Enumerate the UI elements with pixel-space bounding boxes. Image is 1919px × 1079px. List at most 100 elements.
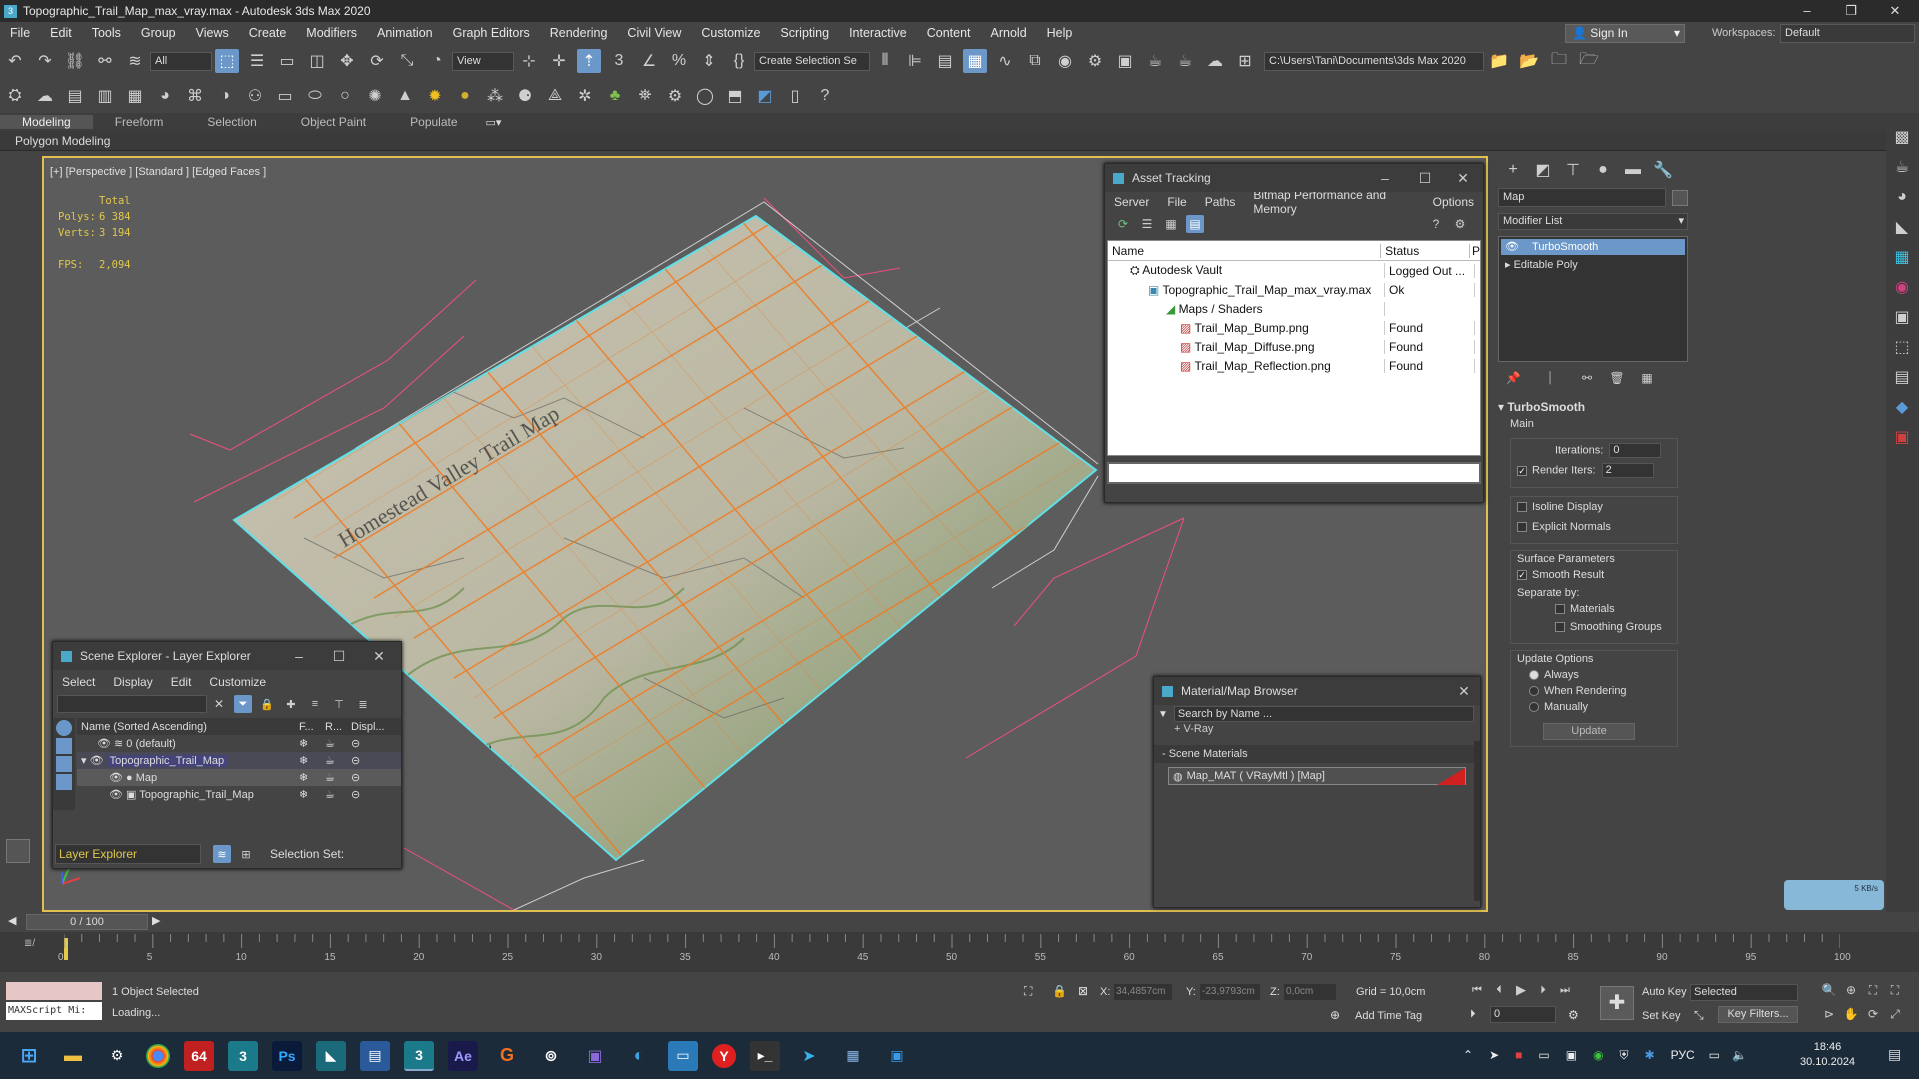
explorer-mode-select[interactable]: Layer Explorer [55, 844, 201, 864]
clock[interactable]: 18:46 30.10.2024 [1800, 1040, 1855, 1070]
toggle-ribbon-icon[interactable]: ▦ [963, 49, 987, 73]
zoom-extents-icon[interactable]: ⛶ [1865, 982, 1881, 998]
maximize-button[interactable]: ☐ [1405, 164, 1445, 192]
menu-rendering[interactable]: Rendering [540, 22, 618, 44]
smoothing-groups-checkbox[interactable] [1555, 622, 1565, 633]
asset-row[interactable]: ▨ Trail_Map_Diffuse.png Found [1108, 337, 1480, 356]
table-view-icon[interactable]: ▤ [1186, 215, 1204, 233]
object-color-swatch[interactable] [1672, 189, 1688, 206]
viewport-layout-icon[interactable] [6, 839, 30, 863]
yandex-icon[interactable]: Y [712, 1043, 736, 1068]
vray-obj-props-icon[interactable]: ⛯ [633, 84, 657, 108]
menu-tools[interactable]: Tools [82, 22, 131, 44]
key-filters-button[interactable]: Key Filters... [1718, 1006, 1798, 1023]
language-indicator[interactable]: РУС [1671, 1048, 1695, 1062]
create-tab-icon[interactable]: + [1501, 158, 1525, 182]
time-tag-icon[interactable]: ⊕ [1330, 1008, 1340, 1022]
window-crossing-icon[interactable]: ◫ [305, 49, 329, 73]
vray-toolbar-icon[interactable]: ☕ [1890, 155, 1914, 179]
time-slider-thumb[interactable]: 0 / 100 [26, 914, 148, 930]
rect-selection-icon[interactable]: ▭ [275, 49, 299, 73]
display-tab-icon[interactable]: ▬ [1621, 158, 1645, 182]
vray-cone-icon[interactable]: ▲ [393, 84, 417, 108]
angle-snap-icon[interactable]: ∠ [637, 49, 661, 73]
hierarchy-tab-icon[interactable]: ⊤ [1561, 158, 1585, 182]
material-editor-icon[interactable]: ◉ [1053, 49, 1077, 73]
vray-decal-icon[interactable]: ⟁ [543, 84, 567, 108]
display-icon[interactable]: ⊝ [351, 771, 360, 784]
set-key-big-button[interactable]: ✚ [1600, 986, 1634, 1020]
show-end-result-icon[interactable]: ⏐ [1538, 366, 1562, 390]
asset-menu-options[interactable]: Options [1424, 195, 1483, 209]
pan-icon[interactable]: ✋ [1843, 1006, 1859, 1022]
chevron-down-icon[interactable]: ▼ [1158, 709, 1168, 720]
lock-selection-icon[interactable]: 🔒 [1052, 984, 1067, 998]
app-window-icon[interactable]: ▣ [882, 1041, 912, 1071]
scrollbar[interactable] [1474, 741, 1480, 901]
group-vray[interactable]: + V-Ray [1154, 723, 1480, 739]
update-button[interactable]: Update [1543, 723, 1635, 740]
vray-light-icon[interactable]: ⛭ [3, 84, 27, 108]
3dsmax-active-icon[interactable]: 3 [404, 1040, 434, 1071]
se-menu-display[interactable]: Display [104, 675, 161, 689]
se-menu-customize[interactable]: Customize [200, 675, 275, 689]
help-icon[interactable]: ? [1427, 215, 1445, 233]
maximize-viewport-icon[interactable]: ⤢ [1887, 1006, 1903, 1022]
schematic-view-icon[interactable]: ⧉ [1023, 49, 1047, 73]
curve-editor-icon[interactable]: ∿ [993, 49, 1017, 73]
render-cloud-icon[interactable]: ☁ [1203, 49, 1227, 73]
named-selection-select[interactable]: Create Selection Se [754, 51, 870, 71]
undo-icon[interactable]: ↶ [3, 49, 27, 73]
select-by-name-icon[interactable]: ☰ [245, 49, 269, 73]
vray-mtl-icon[interactable]: ◕ [153, 84, 177, 108]
go-to-start-icon[interactable]: ⏮ [1469, 982, 1485, 998]
when-rendering-radio[interactable] [1529, 686, 1539, 697]
render-iters-checkbox[interactable]: ✓ [1517, 465, 1527, 476]
vray-proxy-icon[interactable]: ⌘ [183, 84, 207, 108]
move-icon[interactable]: ✥ [335, 49, 359, 73]
save-app-icon[interactable]: ▣ [580, 1041, 610, 1071]
go-to-end-icon[interactable]: ⏭ [1557, 982, 1573, 998]
file-explorer-icon[interactable]: ▬ [58, 1041, 88, 1071]
rollout-title[interactable]: ▾ TurboSmooth [1498, 400, 1678, 418]
tray-chevron-up-icon[interactable]: ⌃ [1463, 1048, 1473, 1062]
col-name[interactable]: Name (Sorted Ascending) [77, 721, 299, 733]
tray-shield-icon[interactable]: ⛨ [1620, 1048, 1629, 1063]
motion-tab-icon[interactable]: ● [1591, 158, 1615, 182]
redo-icon[interactable]: ↷ [33, 49, 57, 73]
vray-scatter-icon[interactable]: ⚈ [513, 84, 537, 108]
next-frame-icon[interactable]: ▶ [152, 914, 160, 927]
maxscript-input[interactable]: MAXScript Mi: [6, 1002, 102, 1020]
select-manipulate-icon[interactable]: ✛ [547, 49, 571, 73]
vray-render-icon[interactable]: ◑ [213, 84, 237, 108]
always-radio[interactable] [1529, 670, 1539, 681]
add-layer-icon[interactable]: ✚ [282, 695, 300, 713]
workspace-select[interactable]: Default [1780, 24, 1915, 43]
menu-scripting[interactable]: Scripting [770, 22, 839, 44]
vray-frame-buffer-icon[interactable]: ▥ [93, 84, 117, 108]
zoom-all-icon[interactable]: ⊕ [1843, 982, 1859, 998]
vray-sun-icon[interactable]: ☁ [33, 84, 57, 108]
menu-create[interactable]: Create [239, 22, 297, 44]
smooth-result-checkbox[interactable]: ✓ [1517, 570, 1527, 581]
col-name[interactable]: Name [1108, 243, 1382, 258]
asset-row[interactable]: ◢ Maps / Shaders [1108, 299, 1480, 318]
menu-edit[interactable]: Edit [40, 22, 82, 44]
scene-search-input[interactable] [57, 695, 207, 713]
pin-stack-icon[interactable]: 📌 [1501, 366, 1525, 390]
set-project-icon[interactable]: 📂 [1517, 49, 1541, 73]
col-freeze[interactable]: F... [299, 721, 325, 733]
next-key-icon[interactable]: ⏵ [1535, 982, 1551, 998]
vray-ies-icon[interactable]: ✺ [363, 84, 387, 108]
render-iters-spinner[interactable]: 2 [1601, 463, 1654, 478]
stack-item-turbosmooth[interactable]: 👁 TurboSmooth [1501, 239, 1685, 255]
search-app-icon[interactable]: ⊚ [536, 1041, 566, 1071]
layer-stack-icon[interactable]: ≋ [213, 845, 231, 863]
after-effects-icon[interactable]: Ae [448, 1040, 478, 1071]
thumbnail-view-icon[interactable]: ▦ [1162, 215, 1180, 233]
menu-help[interactable]: Help [1037, 22, 1083, 44]
cube-icon[interactable]: ◆ [1890, 395, 1914, 419]
col-status[interactable]: Status [1381, 243, 1470, 258]
menu-animation[interactable]: Animation [367, 22, 443, 44]
tray-telegram-icon[interactable]: ➤ [1489, 1048, 1499, 1062]
